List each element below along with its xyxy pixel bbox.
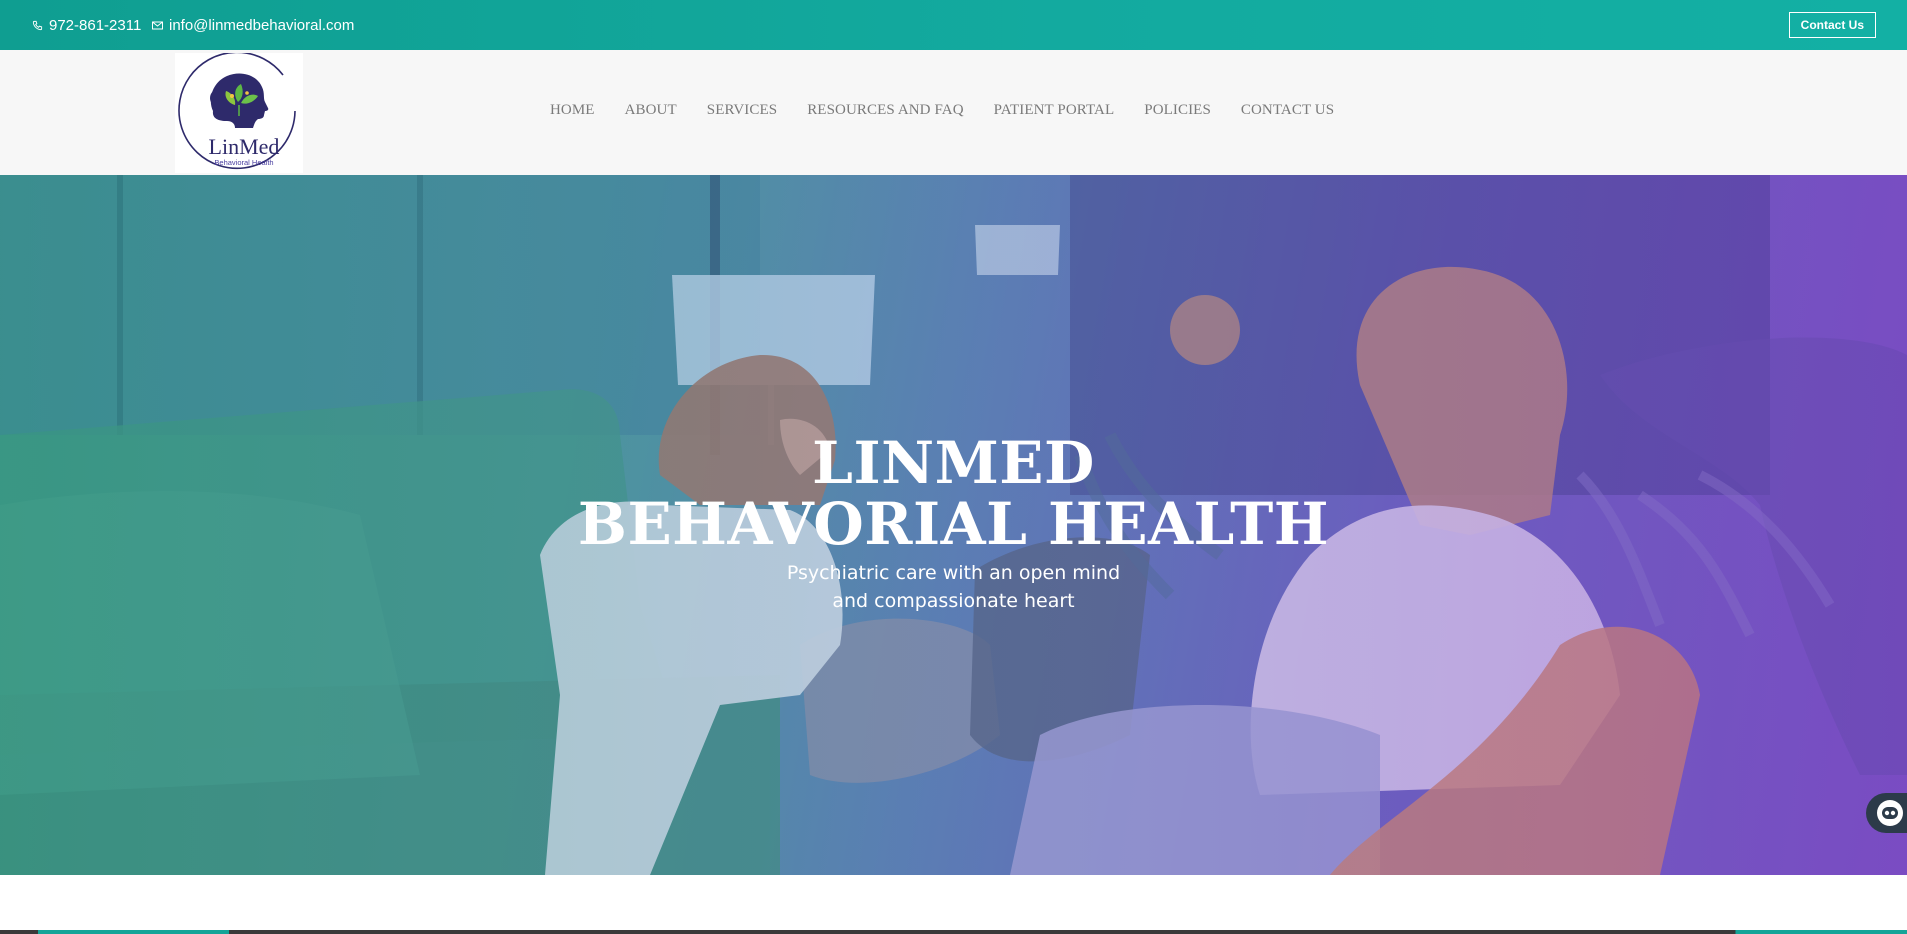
top-bar: 972-861-2311 info@linmedbehavioral.com C… (0, 0, 1907, 50)
email-link[interactable]: info@linmedbehavioral.com (152, 15, 354, 35)
nav-policies[interactable]: POLICIES (1144, 102, 1211, 119)
logo-mark: LinMed Behavioral Health (178, 51, 296, 170)
logo[interactable]: LinMed Behavioral Health (175, 51, 303, 173)
email-address: info@linmedbehavioral.com (169, 16, 355, 34)
mail-icon (152, 21, 163, 29)
hero-subtitle-line2: and compassionate heart (832, 590, 1075, 612)
site-header: LinMed Behavioral Health HOME ABOUT SERV… (0, 50, 1907, 175)
phone-number: 972-861-2311 (49, 16, 142, 34)
next-section (0, 875, 1907, 934)
chat-widget-button[interactable] (1866, 793, 1907, 833)
logo-name: LinMed (209, 134, 280, 159)
contact-us-button[interactable]: Contact Us (1788, 12, 1876, 38)
hero-title-line1: LINMED (812, 429, 1095, 497)
phone-icon (32, 20, 43, 30)
nav-home[interactable]: HOME (550, 102, 595, 119)
nav-patient-portal[interactable]: PATIENT PORTAL (994, 102, 1115, 119)
main-nav: HOME ABOUT SERVICES RESOURCES AND FAQ PA… (550, 102, 1364, 119)
chat-bot-icon (1876, 800, 1903, 826)
hero-banner: LINMED BEHAVORIAL HEALTH Psychiatric car… (0, 175, 1907, 875)
nav-services[interactable]: SERVICES (707, 102, 777, 119)
hero-subtitle-line1: Psychiatric care with an open mind (786, 562, 1121, 584)
nav-resources-faq[interactable]: RESOURCES AND FAQ (807, 102, 963, 119)
nav-contact-us[interactable]: CONTACT US (1241, 102, 1334, 119)
hero-title-line2: BEHAVORIAL HEALTH (577, 490, 1330, 558)
phone-link[interactable]: 972-861-2311 (32, 15, 141, 35)
section-divider (0, 930, 1907, 934)
nav-about[interactable]: ABOUT (625, 102, 677, 119)
logo-tagline: Behavioral Health (214, 158, 273, 167)
